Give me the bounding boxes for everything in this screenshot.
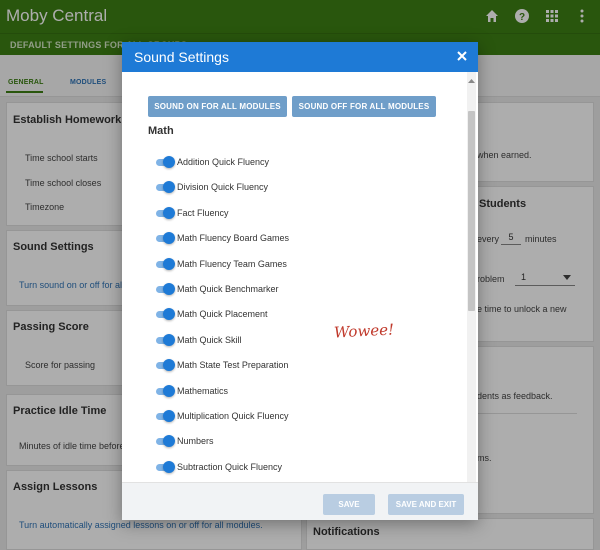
save-button[interactable]: SAVE (323, 494, 375, 515)
dialog-body: SOUND ON FOR ALL MODULES SOUND OFF FOR A… (122, 72, 478, 482)
toggle-knob (163, 460, 175, 473)
sound-toggle[interactable] (154, 232, 175, 245)
module-label: Math Fluency Board Games (177, 233, 290, 244)
sound-toggle[interactable] (154, 333, 175, 346)
toggle-knob (163, 156, 175, 168)
sound-toggle[interactable] (154, 156, 175, 168)
sound-toggle[interactable] (154, 206, 175, 219)
module-row: Subtraction Quick Fluency (154, 460, 414, 475)
module-label: Subtraction Quick Fluency (177, 461, 283, 472)
module-row: Numbers (154, 435, 414, 449)
toggle-knob (163, 435, 175, 448)
sound-settings-dialog: Sound Settings SOUND ON FOR ALL MODULES … (122, 42, 478, 520)
toggle-knob (163, 257, 175, 270)
module-label: Fact Fluency (177, 207, 229, 218)
module-label: Math Fluency Team Games (177, 258, 287, 269)
sound-toggle[interactable] (154, 460, 175, 473)
close-icon[interactable] (455, 49, 469, 63)
toggle-knob (163, 232, 175, 245)
module-row: Math Quick Placement (154, 308, 414, 322)
toggle-knob (163, 384, 175, 397)
module-label: Numbers (177, 436, 214, 447)
module-row: Multiplication Quick Fluency (154, 410, 414, 424)
module-label: Addition Quick Fluency (177, 157, 270, 167)
sound-toggle[interactable] (154, 359, 175, 372)
sound-on-all-button[interactable]: SOUND ON FOR ALL MODULES (148, 96, 287, 117)
module-row: Fact Fluency (154, 206, 414, 221)
toggle-knob (163, 308, 175, 321)
sound-toggle[interactable] (154, 435, 175, 448)
module-label: Math State Test Preparation (177, 360, 289, 371)
toggle-knob (163, 283, 175, 295)
module-row: Math Fluency Team Games (154, 257, 414, 272)
save-and-exit-button[interactable]: SAVE AND EXIT (388, 494, 464, 515)
module-row: Math State Test Preparation (154, 359, 414, 373)
sound-toggle[interactable] (154, 384, 175, 397)
math-section-title: Math (148, 125, 174, 137)
module-row: Math Fluency Board Games (154, 232, 414, 246)
module-label: Math Quick Benchmarker (177, 284, 279, 294)
scroll-up-icon[interactable] (468, 72, 475, 83)
dialog-title: Sound Settings (134, 49, 229, 65)
module-label: Mathematics (177, 385, 229, 396)
dialog-scrollbar[interactable] (467, 72, 476, 487)
sound-toggle[interactable] (154, 257, 175, 270)
module-label: Multiplication Quick Fluency (177, 411, 289, 421)
module-row: Mathematics (154, 384, 414, 399)
toggle-knob (163, 410, 175, 422)
module-row: Math Quick Benchmarker (154, 283, 414, 297)
toggle-knob (163, 206, 175, 219)
sound-toggle[interactable] (154, 181, 175, 194)
dialog-header: Sound Settings (122, 42, 478, 72)
dialog-footer: SAVE SAVE AND EXIT (122, 482, 478, 520)
module-label: Math Quick Skill (177, 334, 242, 345)
module-row: Addition Quick Fluency (154, 156, 414, 170)
sound-toggle[interactable] (154, 410, 175, 422)
module-label: Math Quick Placement (177, 309, 268, 320)
sound-off-all-button[interactable]: SOUND OFF FOR ALL MODULES (292, 96, 436, 117)
toggle-knob (163, 181, 175, 194)
module-row: Division Quick Fluency (154, 181, 414, 195)
toggle-knob (163, 359, 175, 372)
sound-toggle[interactable] (154, 283, 175, 295)
scrollbar-thumb[interactable] (468, 111, 475, 311)
handwritten-annotation: Wowee! (333, 320, 395, 342)
module-label: Division Quick Fluency (177, 182, 269, 193)
sound-toggle[interactable] (154, 308, 175, 321)
toggle-knob (163, 333, 175, 346)
